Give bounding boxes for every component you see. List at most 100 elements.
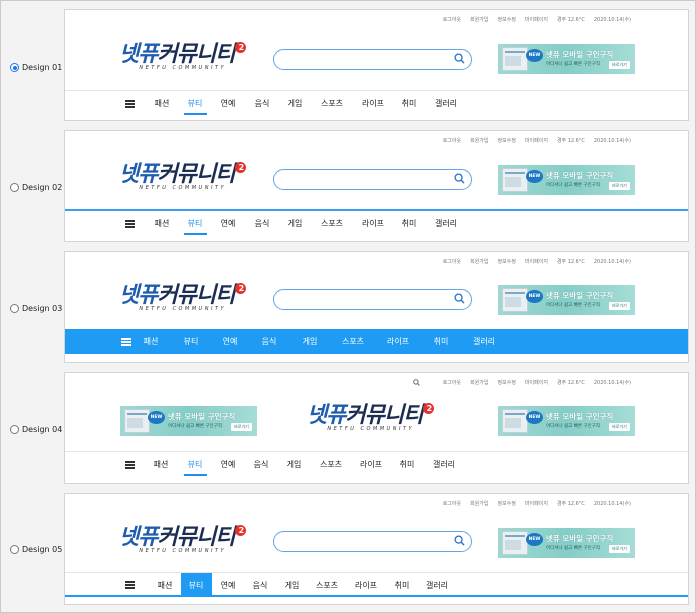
- header-preview-04[interactable]: 로그아웃 회원가입 정보수정 마이페이지 경주 12.6°C 2020.10.1…: [64, 372, 689, 484]
- search-icon[interactable]: [454, 53, 465, 64]
- mobile-job-banner-left[interactable]: NEW 넷퓨 모바일 구인구직 어디서나 쉽고 빠른 구인구직 바로가기: [120, 406, 257, 436]
- nav-hobby[interactable]: 취미: [400, 459, 415, 470]
- nav-food[interactable]: 음식: [255, 218, 270, 229]
- nav-entertainment[interactable]: 연예: [223, 336, 238, 347]
- edit-profile-link[interactable]: 정보수정: [498, 379, 516, 386]
- nav-hobby[interactable]: 취미: [395, 580, 410, 591]
- search-icon[interactable]: [454, 293, 465, 304]
- nav-game[interactable]: 게임: [288, 98, 303, 109]
- mobile-job-banner[interactable]: NEW 넷퓨 모바일 구인구직 어디서나 쉽고 빠른 구인구직 바로가기: [498, 165, 635, 195]
- hamburger-menu-icon[interactable]: [125, 100, 135, 108]
- nav-sports[interactable]: 스포츠: [316, 580, 338, 591]
- signup-link[interactable]: 회원가입: [470, 258, 488, 265]
- mypage-link[interactable]: 마이페이지: [525, 16, 548, 23]
- nav-beauty[interactable]: 뷰티: [188, 459, 203, 470]
- nav-gallery[interactable]: 갤러리: [473, 336, 495, 347]
- nav-beauty[interactable]: 뷰티: [189, 580, 204, 591]
- search-icon[interactable]: [412, 379, 420, 386]
- nav-sports[interactable]: 스포츠: [320, 459, 342, 470]
- logout-link[interactable]: 로그아웃: [443, 137, 461, 144]
- nav-gallery[interactable]: 갤러리: [435, 98, 457, 109]
- hamburger-menu-icon[interactable]: [121, 338, 131, 346]
- nav-sports[interactable]: 스포츠: [321, 98, 343, 109]
- header-preview-03[interactable]: 로그아웃 회원가입 정보수정 마이페이지 경주 12.6°C 2020.10.1…: [64, 251, 689, 363]
- design-03-radio[interactable]: Design 03: [10, 304, 62, 313]
- banner-button[interactable]: 바로가기: [609, 545, 630, 553]
- search-input[interactable]: [273, 289, 472, 310]
- nav-hobby[interactable]: 취미: [402, 218, 417, 229]
- nav-life[interactable]: 라이프: [355, 580, 377, 591]
- logout-link[interactable]: 로그아웃: [443, 379, 461, 386]
- design-02-radio[interactable]: Design 02: [10, 183, 62, 192]
- nav-game[interactable]: 게임: [285, 580, 300, 591]
- nav-entertainment[interactable]: 연예: [221, 459, 236, 470]
- radio-dot[interactable]: [10, 545, 19, 554]
- edit-profile-link[interactable]: 정보수정: [498, 137, 516, 144]
- signup-link[interactable]: 회원가입: [470, 379, 488, 386]
- radio-dot[interactable]: [10, 183, 19, 192]
- nav-hobby[interactable]: 취미: [434, 336, 449, 347]
- search-input[interactable]: [273, 49, 472, 70]
- radio-dot[interactable]: [10, 425, 19, 434]
- edit-profile-link[interactable]: 정보수정: [498, 258, 516, 265]
- site-logo[interactable]: 넷퓨 커뮤니티 2 NETFU COMMUNITY: [119, 42, 247, 71]
- site-logo[interactable]: 넷퓨 커뮤니티 2 NETFU COMMUNITY: [119, 283, 247, 312]
- header-preview-02[interactable]: 로그아웃 회원가입 정보수정 마이페이지 경주 12.6°C 2020.10.1…: [64, 130, 689, 242]
- signup-link[interactable]: 회원가입: [470, 500, 488, 507]
- mypage-link[interactable]: 마이페이지: [525, 379, 548, 386]
- mypage-link[interactable]: 마이페이지: [525, 258, 548, 265]
- nav-gallery[interactable]: 갤러리: [433, 459, 455, 470]
- nav-sports[interactable]: 스포츠: [321, 218, 343, 229]
- radio-dot[interactable]: [10, 63, 19, 72]
- site-logo[interactable]: 넷퓨 커뮤니티 2 NETFU COMMUNITY: [307, 403, 435, 432]
- site-logo[interactable]: 넷퓨 커뮤니티 2 NETFU COMMUNITY: [119, 162, 247, 191]
- search-icon[interactable]: [454, 173, 465, 184]
- banner-button[interactable]: 바로가기: [231, 423, 252, 431]
- design-04-radio[interactable]: Design 04: [10, 425, 62, 434]
- nav-entertainment[interactable]: 연예: [221, 580, 236, 591]
- nav-entertainment[interactable]: 연예: [221, 98, 236, 109]
- nav-game[interactable]: 게임: [303, 336, 318, 347]
- nav-fashion[interactable]: 패션: [144, 336, 159, 347]
- nav-hobby[interactable]: 취미: [402, 98, 417, 109]
- nav-fashion[interactable]: 패션: [154, 459, 169, 470]
- mobile-job-banner-right[interactable]: NEW 넷퓨 모바일 구인구직 어디서나 쉽고 빠른 구인구직 바로가기: [498, 406, 635, 436]
- mypage-link[interactable]: 마이페이지: [525, 500, 548, 507]
- logout-link[interactable]: 로그아웃: [443, 500, 461, 507]
- logout-link[interactable]: 로그아웃: [443, 16, 461, 23]
- header-preview-05[interactable]: 로그아웃 회원가입 정보수정 마이페이지 경주 12.6°C 2020.10.1…: [64, 493, 689, 605]
- edit-profile-link[interactable]: 정보수정: [498, 16, 516, 23]
- mobile-job-banner[interactable]: NEW 넷퓨 모바일 구인구직 어디서나 쉽고 빠른 구인구직 바로가기: [498, 285, 635, 315]
- nav-entertainment[interactable]: 연예: [221, 218, 236, 229]
- banner-button[interactable]: 바로가기: [609, 302, 630, 310]
- design-01-radio[interactable]: Design 01: [10, 63, 62, 72]
- search-input[interactable]: [273, 531, 472, 552]
- nav-fashion[interactable]: 패션: [155, 218, 170, 229]
- header-preview-01[interactable]: 로그아웃 회원가입 정보수정 마이페이지 경주 12.6°C 2020.10.1…: [64, 9, 689, 121]
- radio-dot[interactable]: [10, 304, 19, 313]
- search-icon[interactable]: [454, 535, 465, 546]
- banner-button[interactable]: 바로가기: [609, 423, 630, 431]
- nav-life[interactable]: 라이프: [362, 98, 384, 109]
- banner-button[interactable]: 바로가기: [609, 182, 630, 190]
- nav-food[interactable]: 음식: [262, 336, 277, 347]
- edit-profile-link[interactable]: 정보수정: [498, 500, 516, 507]
- mobile-job-banner[interactable]: NEW 넷퓨 모바일 구인구직 어디서나 쉽고 빠른 구인구직 바로가기: [498, 528, 635, 558]
- hamburger-menu-icon[interactable]: [125, 461, 135, 469]
- site-logo[interactable]: 넷퓨 커뮤니티 2 NETFU COMMUNITY: [119, 525, 247, 554]
- nav-food[interactable]: 음식: [254, 459, 269, 470]
- nav-game[interactable]: 게임: [287, 459, 302, 470]
- nav-fashion[interactable]: 패션: [155, 98, 170, 109]
- hamburger-menu-icon[interactable]: [125, 220, 135, 228]
- nav-food[interactable]: 음식: [255, 98, 270, 109]
- nav-fashion[interactable]: 패션: [158, 580, 173, 591]
- nav-food[interactable]: 음식: [253, 580, 268, 591]
- signup-link[interactable]: 회원가입: [470, 16, 488, 23]
- nav-beauty[interactable]: 뷰티: [188, 218, 203, 229]
- nav-gallery[interactable]: 갤러리: [435, 218, 457, 229]
- search-input[interactable]: [273, 169, 472, 190]
- nav-life[interactable]: 라이프: [387, 336, 409, 347]
- signup-link[interactable]: 회원가입: [470, 137, 488, 144]
- nav-gallery[interactable]: 갤러리: [426, 580, 448, 591]
- mobile-job-banner[interactable]: NEW 넷퓨 모바일 구인구직 어디서나 쉽고 빠른 구인구직 바로가기: [498, 44, 635, 74]
